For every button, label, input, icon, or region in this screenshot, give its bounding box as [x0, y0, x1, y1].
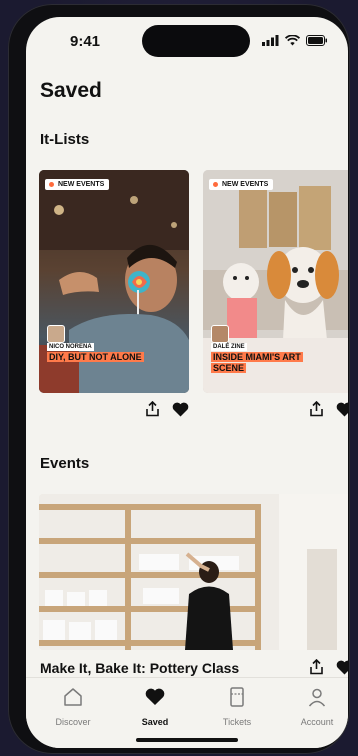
- heart-icon: [145, 688, 165, 705]
- dynamic-island: [142, 25, 250, 57]
- badge-label: NEW EVENTS: [58, 181, 105, 188]
- badge-label: NEW EVENTS: [222, 181, 269, 188]
- tab-discover[interactable]: Discover: [38, 686, 108, 727]
- home-indicator: [136, 738, 238, 742]
- tab-saved[interactable]: Saved: [120, 686, 190, 727]
- curator-name: DALÉ ZINE: [211, 343, 247, 351]
- stage: 9:41 Saved It-Lists NEW EVENTS NICO NORE…: [0, 0, 358, 756]
- event-photo: [39, 494, 348, 650]
- event-card[interactable]: [39, 494, 348, 650]
- tab-account[interactable]: Account: [282, 686, 348, 727]
- badge-dot-icon: [49, 182, 54, 187]
- status-icons: [262, 35, 328, 46]
- user-icon: [308, 688, 326, 707]
- new-events-badge: NEW EVENTS: [45, 179, 110, 190]
- event-title[interactable]: Make It, Bake It: Pottery Class: [40, 660, 239, 676]
- home-icon: [64, 688, 82, 706]
- curator-avatar: [47, 325, 65, 343]
- tab-label: Discover: [55, 717, 91, 727]
- event-actions: [309, 659, 348, 675]
- new-events-badge: NEW EVENTS: [209, 179, 274, 190]
- heart-icon[interactable]: [336, 402, 348, 417]
- share-icon[interactable]: [145, 401, 160, 417]
- card-actions: [145, 401, 189, 417]
- ticket-icon: [230, 687, 244, 707]
- tab-label: Account: [300, 717, 334, 727]
- phone-frame: 9:41 Saved It-Lists NEW EVENTS NICO NORE…: [8, 4, 350, 754]
- card-caption-line-1: INSIDE MIAMI'S ART: [211, 352, 303, 362]
- tab-label: Saved: [141, 717, 169, 727]
- tab-tickets[interactable]: Tickets: [202, 686, 272, 727]
- heart-icon[interactable]: [172, 402, 189, 417]
- share-icon[interactable]: [309, 659, 324, 675]
- signal-icon: [262, 35, 279, 46]
- battery-icon: [306, 35, 327, 46]
- heart-icon[interactable]: [336, 660, 348, 675]
- status-time: 9:41: [70, 33, 101, 50]
- card-actions: [309, 401, 348, 417]
- curator-name: NICO NORENA: [47, 343, 94, 351]
- card-caption: DIY, BUT NOT ALONE: [47, 352, 144, 363]
- wifi-icon: [285, 35, 300, 46]
- tab-label: Tickets: [222, 717, 252, 727]
- share-icon[interactable]: [309, 401, 324, 417]
- card-caption: INSIDE MIAMI'S ART SCENE: [211, 352, 303, 374]
- badge-dot-icon: [213, 182, 218, 187]
- it-lists-heading: It-Lists: [40, 131, 90, 148]
- curator-avatar: [211, 325, 229, 343]
- it-list-card[interactable]: NEW EVENTS NICO NORENA DIY, BUT NOT ALON…: [39, 170, 189, 393]
- page-title: Saved: [40, 79, 102, 102]
- events-heading: Events: [40, 455, 90, 472]
- app-screen: 9:41 Saved It-Lists NEW EVENTS NICO NORE…: [26, 17, 348, 748]
- it-list-card[interactable]: NEW EVENTS DALÉ ZINE INSIDE MIAMI'S ART …: [203, 170, 348, 393]
- card-caption-text: DIY, BUT NOT ALONE: [47, 352, 144, 362]
- card-caption-line-2: SCENE: [211, 363, 247, 373]
